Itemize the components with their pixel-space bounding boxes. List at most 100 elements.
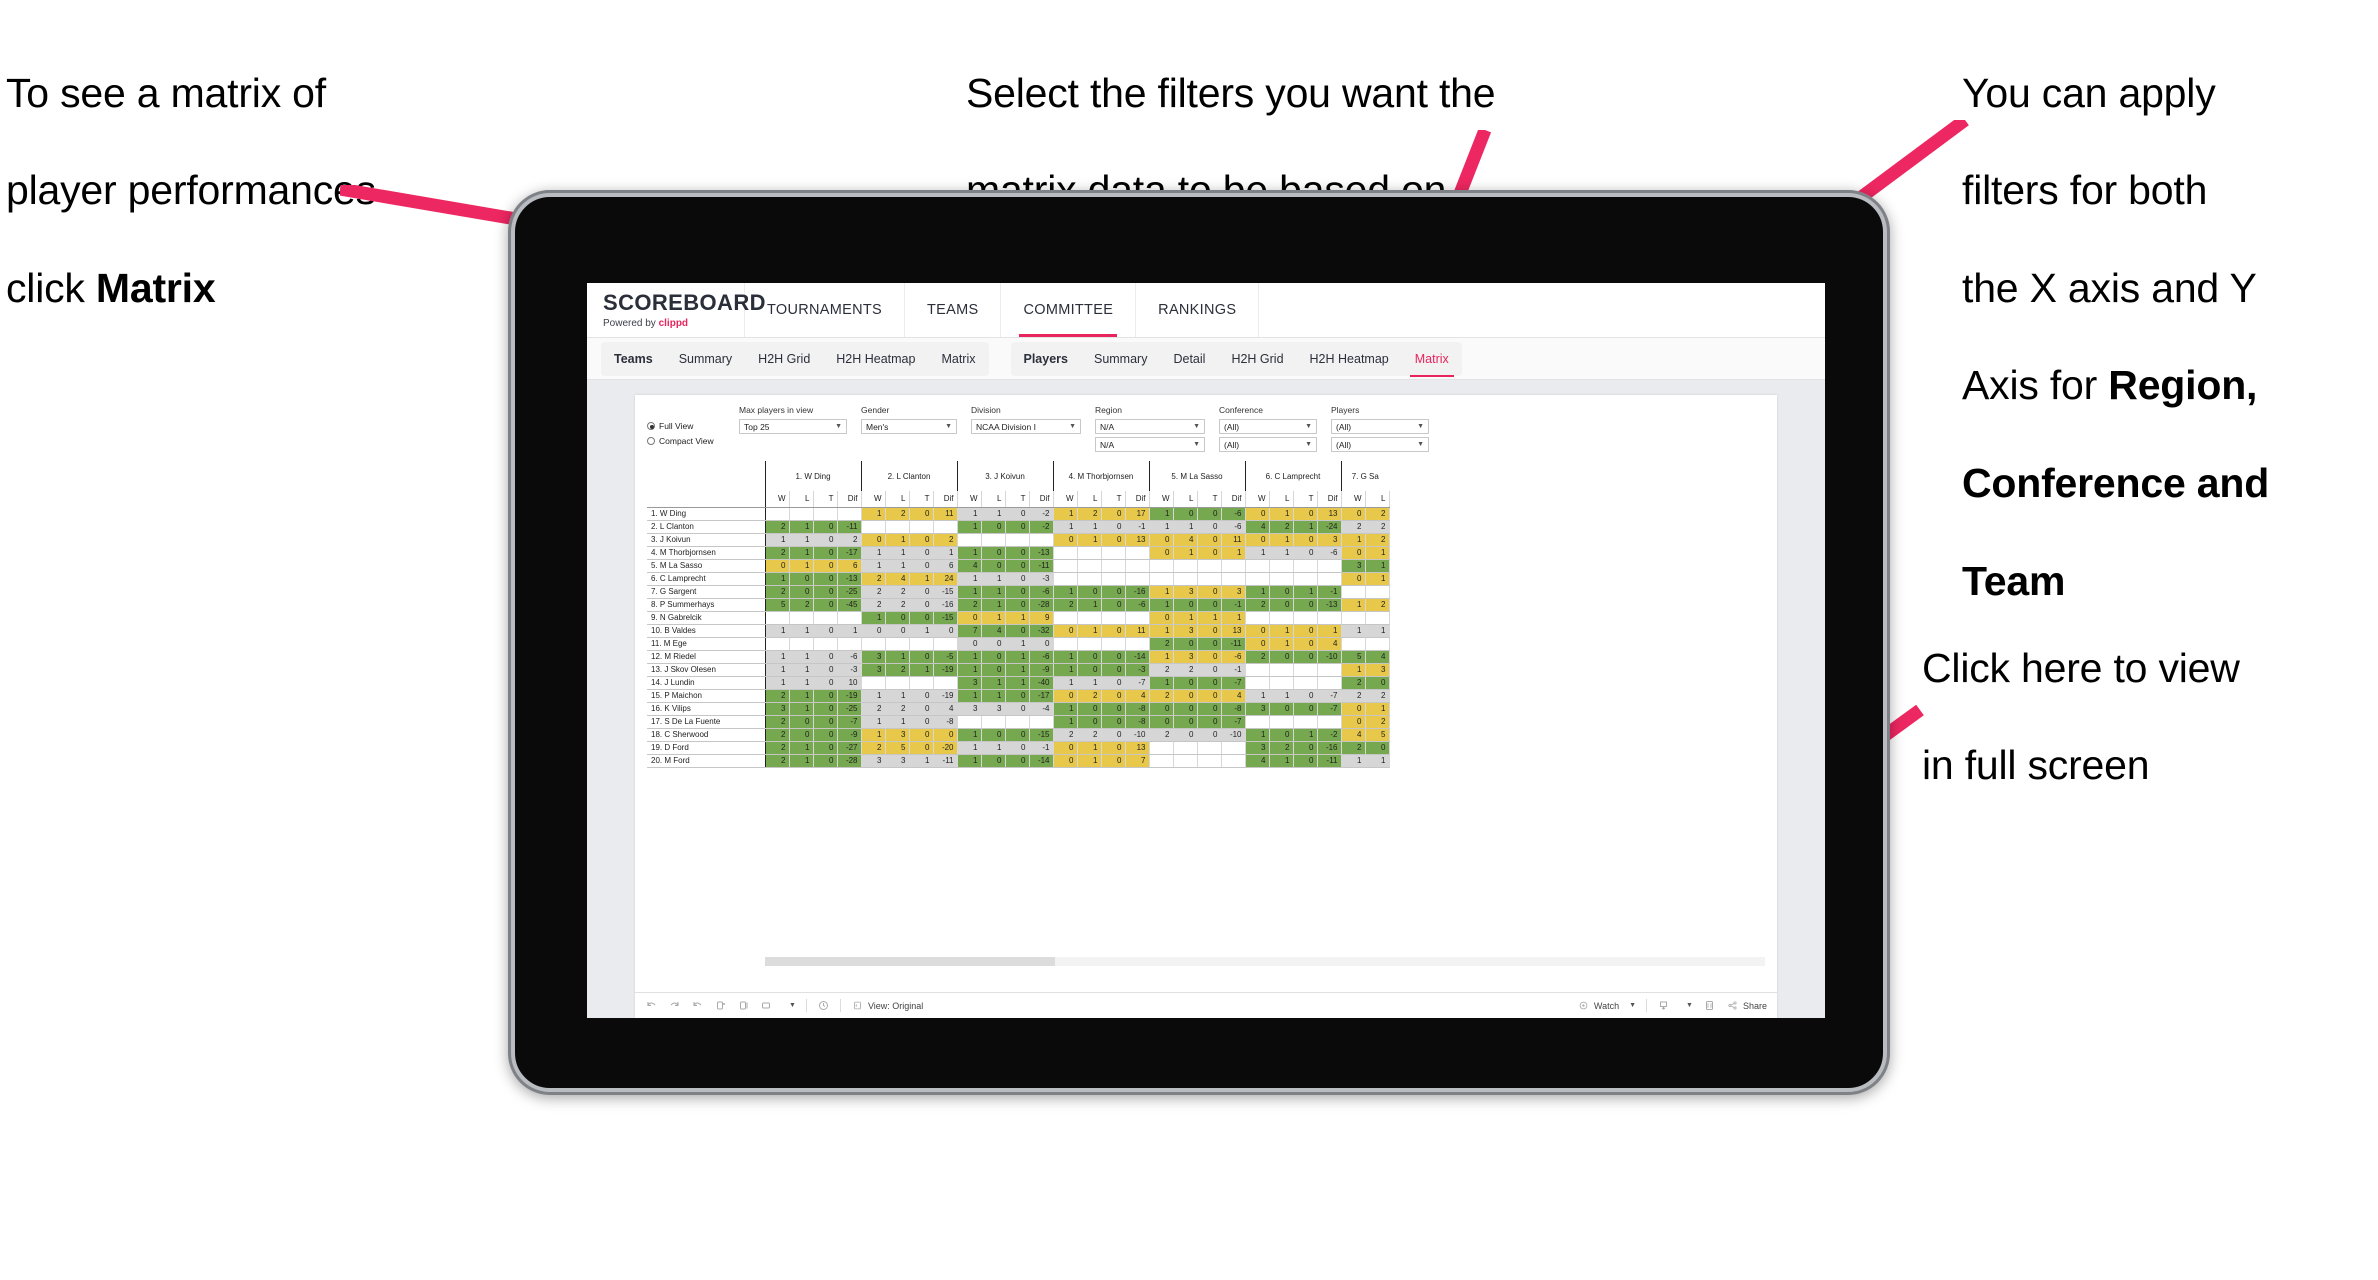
matrix-cell[interactable]: 1 [885, 650, 910, 664]
matrix-cell[interactable]: 2 [1365, 507, 1390, 521]
download-chevron-down-icon[interactable]: ▼ [1686, 1002, 1693, 1009]
matrix-cell[interactable]: 0 [813, 624, 838, 638]
matrix-cell[interactable]: 4 [1244, 754, 1270, 768]
matrix-cell[interactable]: -1 [1221, 598, 1246, 612]
fullscreen-icon[interactable] [1703, 999, 1716, 1012]
matrix-cell[interactable]: -3 [837, 663, 862, 677]
matrix-cell[interactable]: 2 [1365, 715, 1390, 729]
matrix-cell[interactable]: 1 [789, 520, 814, 534]
matrix-cell[interactable]: 0 [789, 728, 814, 742]
matrix-cell[interactable]: -11 [1317, 754, 1342, 768]
matrix-cell[interactable] [1077, 546, 1102, 560]
matrix-cell[interactable]: 1 [860, 715, 886, 729]
matrix-cell[interactable]: 1 [1365, 754, 1390, 768]
table-row[interactable]: 16. K Vilips 3 1 0 -25 2 2 0 4 3 3 0 -4 1 0 0 -8 0 0 0 -8 3 0 0… [647, 702, 1390, 716]
matrix-cell[interactable] [1173, 754, 1198, 768]
matrix-cell[interactable]: 3 [1173, 624, 1198, 638]
table-row[interactable]: 2. L Clanton 2 1 0 -11 1 0 0 -2 1 1 0 -1 1 1 0 -6 4 2 1 -24 2… [647, 520, 1390, 534]
matrix-cell[interactable] [1244, 676, 1270, 690]
matrix-cell[interactable]: 0 [1293, 533, 1318, 547]
matrix-cell[interactable]: -5 [933, 650, 958, 664]
matrix-cell[interactable]: 1 [1173, 611, 1198, 625]
matrix-cell[interactable]: 0 [1005, 585, 1030, 599]
matrix-cell[interactable] [1005, 533, 1030, 547]
matrix-cell[interactable]: 0 [1197, 728, 1222, 742]
matrix-cell[interactable]: 1 [981, 676, 1006, 690]
matrix-cell[interactable]: 0 [981, 637, 1006, 651]
matrix-cell[interactable]: 0 [909, 702, 934, 716]
matrix-cell[interactable]: 1 [956, 741, 982, 755]
matrix-cell[interactable]: 0 [1101, 676, 1126, 690]
matrix-cell[interactable]: -27 [837, 741, 862, 755]
matrix-cell[interactable]: 1 [1052, 507, 1078, 521]
matrix-cell[interactable] [1101, 559, 1126, 573]
nav-item-committee[interactable]: COMMITTEE [1001, 283, 1137, 337]
matrix-cell[interactable]: 1 [956, 572, 982, 586]
matrix-cell[interactable]: 2 [764, 754, 790, 768]
matrix-cell[interactable]: 0 [1293, 741, 1318, 755]
matrix-cell[interactable]: 0 [1052, 689, 1078, 703]
subnav-players-summary[interactable]: Summary [1081, 342, 1160, 376]
matrix-cell[interactable]: 1 [860, 611, 886, 625]
matrix-cell[interactable]: 0 [1052, 741, 1078, 755]
matrix-cell[interactable] [813, 507, 838, 521]
matrix-cell[interactable]: 0 [1173, 676, 1198, 690]
matrix-cell[interactable]: 2 [860, 585, 886, 599]
matrix-cell[interactable] [933, 637, 958, 651]
matrix-cell[interactable]: 0 [813, 585, 838, 599]
matrix-cell[interactable]: 10 [837, 676, 862, 690]
matrix-cell[interactable]: 17 [1125, 507, 1150, 521]
download-icon[interactable] [1657, 999, 1670, 1012]
matrix-cell[interactable]: -11 [1221, 637, 1246, 651]
matrix-cell[interactable]: 4 [885, 572, 910, 586]
matrix-cell[interactable]: 0 [813, 715, 838, 729]
matrix-cell[interactable]: 3 [956, 676, 982, 690]
matrix-cell[interactable]: 0 [1197, 689, 1222, 703]
matrix-cell[interactable]: -4 [1029, 702, 1054, 716]
matrix-cell[interactable]: 1 [1077, 520, 1102, 534]
matrix-cell[interactable]: 1 [933, 546, 958, 560]
matrix-cell[interactable] [1029, 533, 1054, 547]
table-row[interactable]: 6. C Lamprecht 1 0 0 -13 2 4 1 24 1 1 0 -3 0 1 [647, 572, 1390, 586]
matrix-cell[interactable] [764, 637, 790, 651]
matrix-cell[interactable]: 0 [981, 559, 1006, 573]
matrix-cell[interactable]: 3 [1340, 559, 1366, 573]
matrix-cell[interactable]: -1 [1029, 741, 1054, 755]
matrix-cell[interactable]: 0 [909, 741, 934, 755]
matrix-cell[interactable]: 1 [956, 728, 982, 742]
matrix-cell[interactable] [1293, 715, 1318, 729]
matrix-cell[interactable] [981, 533, 1006, 547]
matrix-cell[interactable]: 0 [1197, 650, 1222, 664]
matrix-cell[interactable]: 2 [1052, 598, 1078, 612]
matrix-cell[interactable]: 0 [813, 663, 838, 677]
matrix-cell[interactable] [1052, 611, 1078, 625]
matrix-cell[interactable]: 1 [1340, 663, 1366, 677]
matrix-cell[interactable] [1221, 754, 1246, 768]
matrix-cell[interactable]: 4 [1221, 689, 1246, 703]
matrix-cell[interactable]: 1 [909, 624, 934, 638]
matrix-cell[interactable]: 0 [1244, 624, 1270, 638]
matrix-cell[interactable]: 4 [933, 702, 958, 716]
radio-full-view[interactable]: Full View [647, 419, 725, 432]
brand-logo[interactable]: SCOREBOARD Powered by clippd [587, 283, 766, 337]
matrix-cell[interactable]: 5 [1340, 650, 1366, 664]
matrix-cell[interactable]: 2 [764, 728, 790, 742]
matrix-cell[interactable]: 1 [1005, 663, 1030, 677]
matrix-cell[interactable]: 1 [981, 585, 1006, 599]
matrix-cell[interactable]: 2 [956, 598, 982, 612]
table-row[interactable]: 7. G Sargent 2 0 0 -25 2 2 0 -15 1 1 0 -6 1 0 0 -16 1 3 0 3 1… [647, 585, 1390, 599]
matrix-cell[interactable] [1317, 611, 1342, 625]
matrix-cell[interactable]: 0 [1101, 754, 1126, 768]
pause-icon[interactable] [737, 999, 750, 1012]
matrix-cell[interactable]: 1 [1052, 663, 1078, 677]
matrix-cell[interactable]: -6 [1221, 507, 1246, 521]
matrix-cell[interactable]: 1 [1005, 611, 1030, 625]
matrix-cell[interactable]: -28 [837, 754, 862, 768]
matrix-cell[interactable]: 2 [1365, 689, 1390, 703]
matrix-cell[interactable]: 0 [1148, 702, 1174, 716]
matrix-cell[interactable]: 2 [1077, 689, 1102, 703]
matrix-cell[interactable]: 6 [933, 559, 958, 573]
subnav-players-matrix[interactable]: Matrix [1402, 342, 1462, 377]
matrix-cell[interactable]: 1 [1244, 689, 1270, 703]
matrix-cell[interactable]: 0 [981, 520, 1006, 534]
